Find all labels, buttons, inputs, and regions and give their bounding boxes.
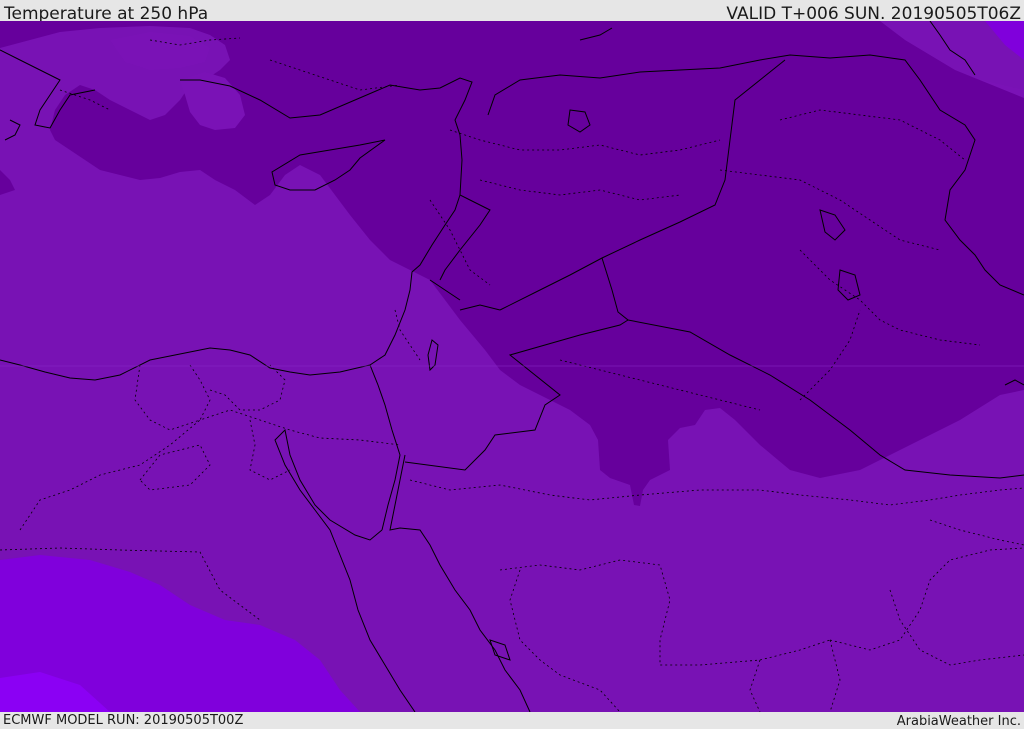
footer-bar: ECMWF MODEL RUN: 20190505T00Z ArabiaWeat… — [0, 712, 1024, 729]
weather-map[interactable] — [0, 21, 1024, 712]
header-bar: Temperature at 250 hPa VALID T+006 SUN. … — [0, 0, 1024, 24]
model-run: ECMWF MODEL RUN: 20190505T00Z — [3, 713, 244, 728]
credit-text: ArabiaWeather Inc. — [896, 714, 1021, 729]
map-canvas — [0, 21, 1024, 712]
